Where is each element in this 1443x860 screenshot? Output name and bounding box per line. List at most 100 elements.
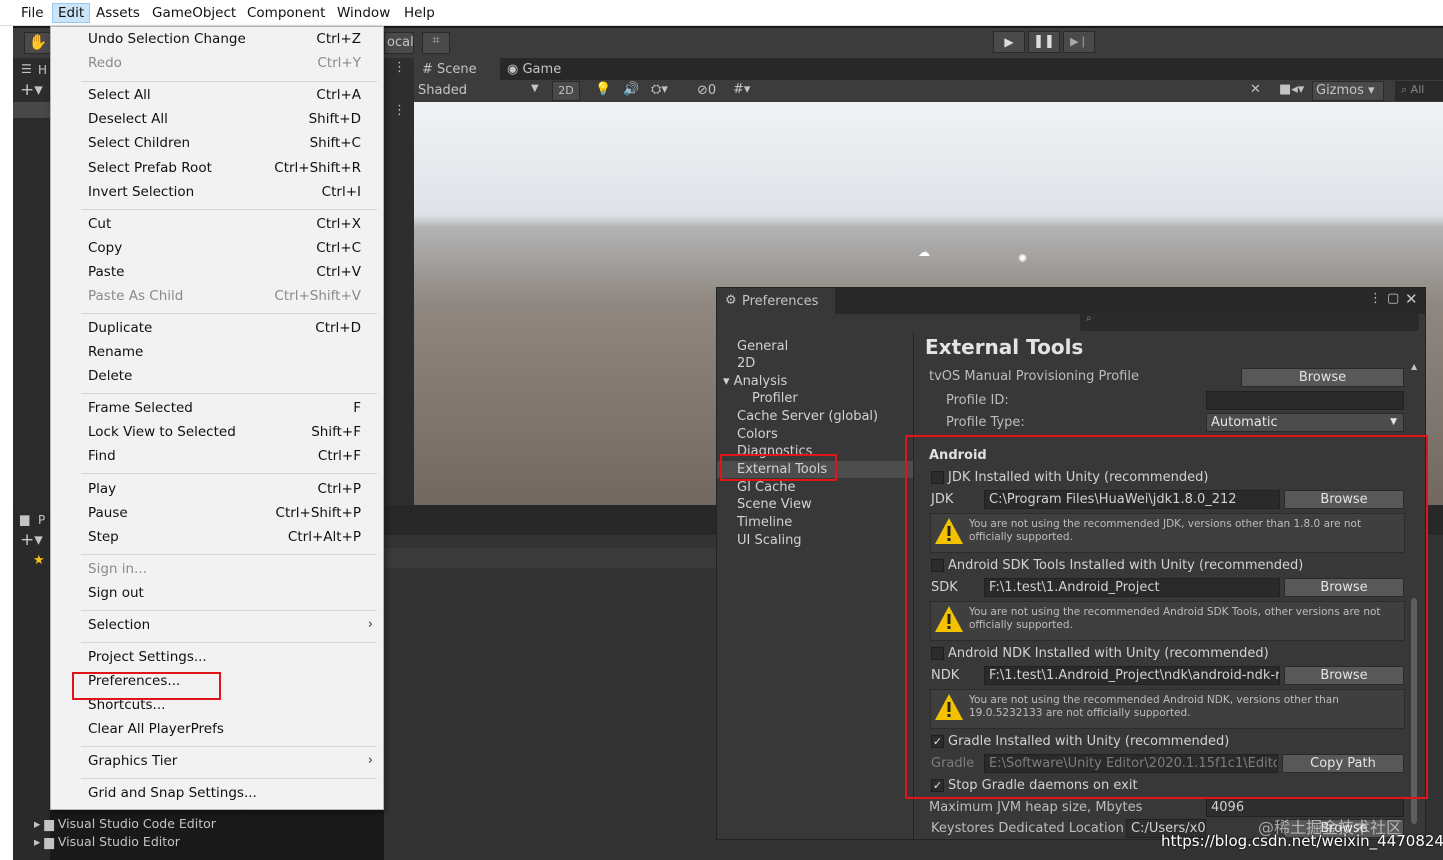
menu-item-copy[interactable]: Copy Ctrl+C bbox=[88, 240, 361, 262]
menu-item-step[interactable]: Step Ctrl+Alt+P bbox=[88, 529, 361, 551]
menu-item-delete[interactable]: Delete bbox=[88, 368, 361, 390]
sun-gizmo-icon[interactable]: ✺ bbox=[1018, 252, 1027, 265]
kebab-icon[interactable]: ⋮ bbox=[393, 60, 406, 75]
menu-assets[interactable]: Assets bbox=[96, 5, 140, 21]
project-add-icon[interactable]: +▾ bbox=[20, 530, 43, 550]
grid-icon[interactable]: #▾ bbox=[733, 82, 750, 97]
menu-item-project-settings[interactable]: Project Settings... bbox=[88, 649, 361, 671]
nav-general[interactable]: General bbox=[737, 339, 788, 354]
scroll-up-icon[interactable]: ▲ bbox=[1411, 362, 1417, 371]
menu-help[interactable]: Help bbox=[404, 5, 435, 21]
menu-item-redo: Redo Ctrl+Y bbox=[88, 55, 361, 71]
jvm-label: Maximum JVM heap size, Mbytes bbox=[929, 800, 1143, 815]
pref-search-input[interactable]: ⌕ bbox=[1080, 313, 1419, 331]
menu-item-duplicate[interactable]: Duplicate Ctrl+D bbox=[88, 320, 361, 342]
menu-bar: File Edit Assets GameObject Component Wi… bbox=[0, 0, 1443, 26]
tree-item-vscode[interactable]: ▸ ▆ Visual Studio Code Editor bbox=[34, 816, 216, 831]
menu-item-select-all[interactable]: Select All Ctrl+A bbox=[88, 87, 361, 109]
menu-component[interactable]: Component bbox=[247, 5, 325, 21]
menu-item-pause[interactable]: Pause Ctrl+Shift+P bbox=[88, 505, 361, 527]
tvos-label: tvOS Manual Provisioning Profile bbox=[929, 369, 1139, 384]
add-icon[interactable]: +▾ bbox=[20, 80, 43, 100]
lighting-icon[interactable]: 💡 bbox=[595, 82, 611, 97]
favorites-star-icon: ★ bbox=[33, 553, 45, 568]
project-tab-label[interactable]: P bbox=[38, 513, 45, 527]
nav-gi-cache[interactable]: GI Cache bbox=[737, 480, 795, 495]
menu-item-sign-in: Sign in... bbox=[88, 561, 147, 577]
nav-timeline[interactable]: Timeline bbox=[737, 515, 792, 530]
menu-item-rename[interactable]: Rename bbox=[88, 344, 361, 366]
kebab-icon-2[interactable]: ⋮ bbox=[393, 103, 406, 118]
menu-window[interactable]: Window bbox=[337, 5, 390, 21]
light-gizmo-icon[interactable]: ☁ bbox=[918, 245, 930, 259]
menu-separator bbox=[81, 746, 377, 747]
tree-item-vs[interactable]: ▸ ▆ Visual Studio Editor bbox=[34, 834, 180, 849]
tools-icon[interactable]: ✕ bbox=[1250, 82, 1261, 97]
menu-gameobject[interactable]: GameObject bbox=[152, 5, 236, 21]
menu-item-invert-selection[interactable]: Invert Selection Ctrl+I bbox=[88, 184, 361, 206]
hierarchy-tab-label[interactable]: H bbox=[38, 63, 47, 77]
menu-separator bbox=[81, 642, 377, 643]
tab-game-label[interactable]: ◉ Game bbox=[507, 62, 561, 77]
menu-file[interactable]: File bbox=[21, 5, 44, 21]
divider bbox=[240, 810, 241, 860]
profile-id-field[interactable] bbox=[1206, 391, 1404, 410]
menu-item-deselect-all[interactable]: Deselect All Shift+D bbox=[88, 111, 361, 133]
kebab-icon[interactable]: ⋮ bbox=[1369, 291, 1382, 306]
scene-search-input[interactable]: ⌕ All bbox=[1395, 81, 1443, 101]
menu-item-selection[interactable]: Selection bbox=[88, 617, 361, 639]
menu-item-select-children[interactable]: Select Children Shift+C bbox=[88, 135, 361, 157]
menu-item-clear-playerprefs[interactable]: Clear All PlayerPrefs bbox=[88, 721, 361, 743]
menu-separator bbox=[81, 313, 377, 314]
hierarchy-icon: ☰ bbox=[21, 62, 32, 76]
play-icon[interactable]: ▶ bbox=[993, 31, 1025, 53]
nav-analysis[interactable]: ▾ Analysis bbox=[723, 374, 787, 389]
camera-icon[interactable]: ■◂▾ bbox=[1279, 82, 1304, 97]
menu-separator bbox=[81, 81, 377, 82]
menu-item-cut[interactable]: Cut Ctrl+X bbox=[88, 216, 361, 238]
menu-item-frame-selected[interactable]: Frame Selected F bbox=[88, 400, 361, 422]
nav-scene-view[interactable]: Scene View bbox=[737, 497, 812, 512]
close-icon[interactable]: ✕ bbox=[1405, 290, 1418, 308]
chevron-down-icon: ▼ bbox=[531, 83, 539, 94]
nav-ui-scaling[interactable]: UI Scaling bbox=[737, 533, 802, 548]
tvos-browse-button[interactable]: Browse bbox=[1241, 368, 1404, 387]
menu-item-find[interactable]: Find Ctrl+F bbox=[88, 448, 361, 470]
menu-edit[interactable]: Edit bbox=[52, 3, 91, 23]
menu-item-paste[interactable]: Paste Ctrl+V bbox=[88, 264, 361, 286]
nav-profiler[interactable]: Profiler bbox=[752, 391, 798, 406]
grid-snap-icon[interactable]: ⌗ bbox=[422, 32, 450, 54]
menu-item-grid-snap[interactable]: Grid and Snap Settings... bbox=[88, 785, 361, 807]
profile-type-dropdown[interactable]: Automatic ▼ bbox=[1206, 413, 1404, 432]
menu-item-shortcuts[interactable]: Shortcuts... bbox=[88, 697, 361, 719]
menu-item-play[interactable]: Play Ctrl+P bbox=[88, 481, 361, 503]
tab-scene-label[interactable]: # Scene bbox=[422, 62, 477, 77]
menu-item-undo[interactable]: Undo Selection Change Ctrl+Z bbox=[88, 31, 361, 53]
nav-2d[interactable]: 2D bbox=[737, 356, 755, 371]
menu-item-select-prefab-root[interactable]: Select Prefab Root Ctrl+Shift+R bbox=[88, 160, 361, 182]
nav-colors[interactable]: Colors bbox=[737, 427, 778, 442]
menu-item-lock-view[interactable]: Lock View to Selected Shift+F bbox=[88, 424, 361, 446]
maximize-icon[interactable]: ▢ bbox=[1387, 291, 1399, 306]
audio-icon[interactable]: 🔊 bbox=[623, 82, 639, 97]
pivot-local-button[interactable]: ocal bbox=[384, 32, 414, 54]
hierarchy-row[interactable] bbox=[13, 102, 50, 118]
menu-item-sign-out[interactable]: Sign out bbox=[88, 585, 361, 607]
shading-dropdown[interactable]: Shaded bbox=[418, 83, 467, 98]
gizmos-dropdown[interactable]: Gizmos ▾ bbox=[1312, 81, 1384, 101]
step-icon[interactable]: ▶❘ bbox=[1063, 31, 1095, 53]
highlight-android-section bbox=[905, 435, 1428, 799]
menu-separator bbox=[81, 778, 377, 779]
menu-separator bbox=[81, 473, 377, 474]
menu-item-graphics-tier[interactable]: Graphics Tier bbox=[88, 753, 361, 775]
2d-toggle[interactable]: 2D bbox=[552, 81, 580, 101]
pause-icon[interactable]: ❚❚ bbox=[1028, 31, 1060, 53]
submenu-arrow-icon: › bbox=[367, 753, 373, 768]
hidden-objects-icon[interactable]: ⊘0 bbox=[697, 83, 716, 98]
console-search[interactable] bbox=[384, 548, 716, 568]
hand-tool-icon[interactable]: ✋ bbox=[24, 32, 52, 54]
nav-cache-server[interactable]: Cache Server (global) bbox=[737, 409, 878, 424]
effects-icon[interactable]: ⛭▾ bbox=[651, 82, 668, 97]
menu-separator bbox=[81, 393, 377, 394]
highlight-external-tools bbox=[720, 454, 837, 481]
